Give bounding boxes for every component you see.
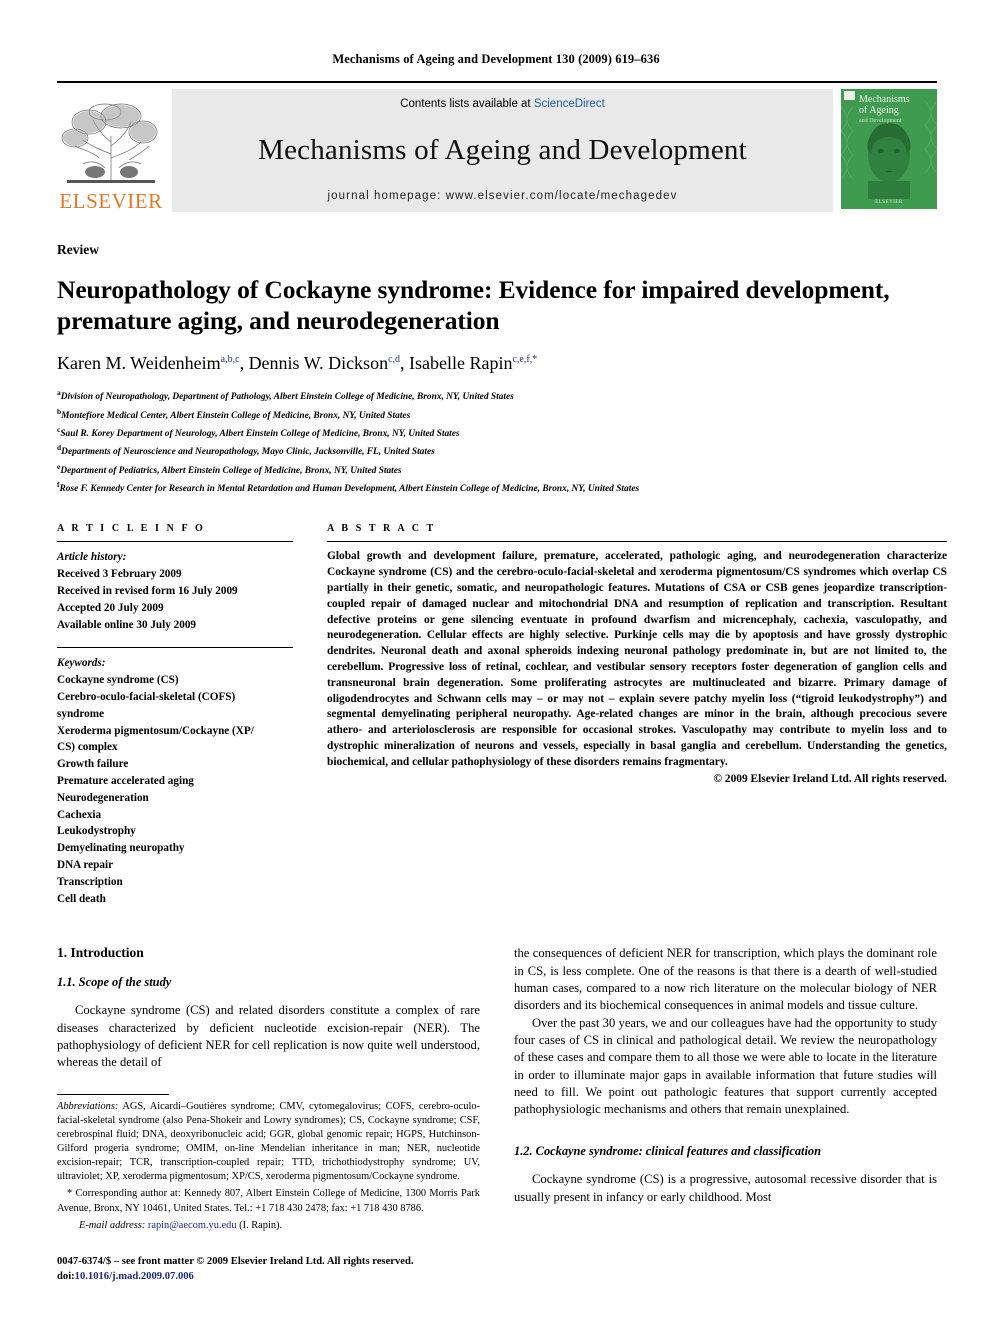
article-history-block: Article history: Received 3 February 200… — [57, 541, 293, 633]
elsevier-wordmark: ELSEVIER — [59, 189, 163, 213]
abstract-copyright: © 2009 Elsevier Ireland Ltd. All rights … — [713, 772, 947, 785]
history-online: Available online 30 July 2009 — [57, 618, 197, 631]
page-title: Neuropathology of Cockayne syndrome: Evi… — [57, 275, 890, 336]
paragraph-scope-2: Over the past 30 years, we and our colle… — [514, 1015, 937, 1117]
keyword-item: DNA repair — [57, 858, 114, 871]
author-1: Karen M. Weidenheim — [57, 353, 221, 374]
article-info-column: A R T I C L E I N F O Article history: R… — [57, 523, 293, 907]
history-received: Received 3 February 2009 — [57, 568, 182, 581]
cover-publisher-mark — [844, 91, 855, 100]
abbreviations-text: AGS, Aicardi–Goutières syndrome; CMV, cy… — [57, 1100, 480, 1183]
footnotes-block: Abbreviations: AGS, Aicardi–Goutières sy… — [57, 1093, 480, 1233]
affiliation-d: dDepartments of Neuroscience and Neuropa… — [57, 442, 935, 460]
article-page: Mechanisms of Ageing and Development 130… — [0, 0, 992, 1323]
affiliation-a: aDivision of Neuropathology, Department … — [57, 387, 935, 405]
abbreviations-label: Abbreviations: — [57, 1100, 119, 1112]
doi-prefix: doi: — [57, 1270, 75, 1282]
keyword-item: Leukodystrophy — [57, 825, 136, 838]
keywords-label: Keywords: — [57, 657, 106, 670]
doi-line: doi:10.1016/j.mad.2009.07.006 — [57, 1270, 480, 1285]
issn-line: 0047-6374/$ – see front matter © 2009 El… — [57, 1255, 414, 1267]
history-revised: Received in revised form 16 July 2009 — [57, 584, 238, 597]
author-1-marks: a,b,c — [220, 354, 240, 366]
author-list: Karen M. Weidenheima,b,c, Dennis W. Dick… — [57, 353, 538, 374]
footnote-abbreviations: Abbreviations: AGS, Aicardi–Goutières sy… — [57, 1100, 480, 1185]
body-columns: 1. Introduction 1.1. Scope of the study … — [57, 945, 947, 1284]
keyword-item: Cockayne syndrome (CS) — [57, 674, 179, 687]
affiliation-a-text: Division of Neuropathology, Department o… — [60, 392, 514, 403]
keyword-item: CS) complex — [57, 741, 118, 754]
cover-footer: ELSEVIER — [875, 200, 903, 205]
body-column-right: the consequences of deficient NER for tr… — [514, 945, 937, 1284]
author-3: Isabelle Rapin — [409, 353, 513, 374]
history-accepted: Accepted 20 July 2009 — [57, 601, 164, 614]
affiliation-d-text: Departments of Neuroscience and Neuropat… — [61, 447, 435, 458]
keyword-item: Cachexia — [57, 808, 102, 821]
article-history-label: Article history: — [57, 551, 127, 564]
article-kind: Review — [57, 242, 99, 257]
affiliation-list: aDivision of Neuropathology, Department … — [57, 387, 935, 497]
abstract-heading: A B S T R A C T — [327, 523, 436, 535]
keyword-item: Neurodegeneration — [57, 791, 149, 804]
subsection-heading-clinical-features: 1.2. Cockayne syndrome: clinical feature… — [514, 1144, 821, 1159]
keyword-item: Cerebro-oculo-facial-skeletal (COFS) — [57, 690, 236, 703]
affiliation-c: cSaul R. Korey Department of Neurology, … — [57, 424, 935, 442]
paragraph-scope-1: Cockayne syndrome (CS) and related disor… — [57, 1003, 480, 1070]
cover-title-line1: Mechanisms — [859, 94, 910, 105]
paragraph-scope-1-continued: the consequences of deficient NER for tr… — [514, 946, 937, 1013]
corresponding-author-text: Corresponding author at: Kennedy 807, Al… — [57, 1188, 480, 1214]
keyword-item: Transcription — [57, 875, 123, 888]
article-info-heading: A R T I C L E I N F O — [57, 523, 206, 535]
body-column-left: 1. Introduction 1.1. Scope of the study … — [57, 945, 480, 1284]
running-head: Mechanisms of Ageing and Development 130… — [332, 52, 660, 66]
journal-homepage[interactable]: journal homepage: www.elsevier.com/locat… — [328, 190, 678, 202]
affiliation-f-text: Rose F. Kennedy Center for Research in M… — [59, 484, 640, 495]
doi-link[interactable]: 10.1016/j.mad.2009.07.006 — [75, 1271, 194, 1282]
journal-title: Mechanisms of Ageing and Development — [258, 133, 747, 166]
footnote-email: E-mail address: rapin@aecom.yu.edu (I. R… — [57, 1219, 480, 1233]
info-abstract-row: A R T I C L E I N F O Article history: R… — [57, 523, 947, 907]
elsevier-tree-icon — [61, 103, 158, 183]
author-3-marks: c,e,f,* — [512, 354, 538, 366]
sciencedirect-link[interactable]: ScienceDirect — [534, 98, 605, 110]
author-2: Dennis W. Dickson — [248, 353, 389, 374]
affiliation-b: bMontefiore Medical Center, Albert Einst… — [57, 406, 935, 424]
banner-center: Contents lists available at ScienceDirec… — [172, 89, 833, 212]
cover-title: Mechanisms of Ageing and Development — [859, 94, 933, 124]
cover-subtitle: and Development — [859, 117, 902, 124]
subsection-heading-scope: 1.1. Scope of the study — [57, 975, 172, 990]
affiliation-b-text: Montefiore Medical Center, Albert Einste… — [61, 410, 411, 421]
journal-cover-thumbnail: Mechanisms of Ageing and Development ELS… — [841, 89, 937, 209]
keyword-item: syndrome — [57, 707, 105, 720]
abstract-body: Global growth and development failure, p… — [327, 541, 947, 785]
email-label: E-mail address: — [79, 1219, 146, 1231]
author-2-marks: c,d — [388, 354, 401, 366]
keyword-item: Xeroderma pigmentosum/Cockayne (XP/ — [57, 724, 254, 737]
affiliation-c-text: Saul R. Korey Department of Neurology, A… — [60, 429, 460, 440]
affiliation-e: eDepartment of Pediatrics, Albert Einste… — [57, 461, 935, 479]
cover-title-line2: of Ageing — [859, 104, 899, 116]
keywords-block: Keywords: Cockayne syndrome (CS) Cerebro… — [57, 647, 293, 907]
contents-available-line: Contents lists available at ScienceDirec… — [400, 98, 605, 110]
keyword-item: Cell death — [57, 892, 106, 905]
footnote-corresponding-author: * Corresponding author at: Kennedy 807, … — [57, 1187, 480, 1215]
footnote-divider — [57, 1093, 169, 1095]
affiliation-f: fRose F. Kennedy Center for Research in … — [57, 479, 935, 497]
section-heading-introduction: 1. Introduction — [57, 945, 144, 961]
keyword-item: Premature accelerated aging — [57, 774, 194, 787]
affiliation-e-text: Department of Pediatrics, Albert Einstei… — [60, 465, 402, 476]
keyword-item: Demyelinating neuropathy — [57, 842, 185, 855]
publisher-logo: ELSEVIER — [57, 89, 165, 212]
contents-prefix: Contents lists available at — [400, 98, 534, 110]
paragraph-clinical-1: Cockayne syndrome (CS) is a progressive,… — [514, 1172, 937, 1204]
imprint-block: 0047-6374/$ – see front matter © 2009 El… — [57, 1255, 480, 1285]
abstract-column: A B S T R A C T Global growth and develo… — [327, 523, 947, 907]
abstract-text: Global growth and development failure, p… — [327, 550, 947, 768]
journal-banner: ELSEVIER Contents lists available at Sci… — [57, 81, 937, 212]
keyword-item: Growth failure — [57, 758, 129, 771]
email-link[interactable]: rapin@aecom.yu.edu — [148, 1220, 237, 1231]
email-owner: (I. Rapin). — [239, 1219, 283, 1231]
